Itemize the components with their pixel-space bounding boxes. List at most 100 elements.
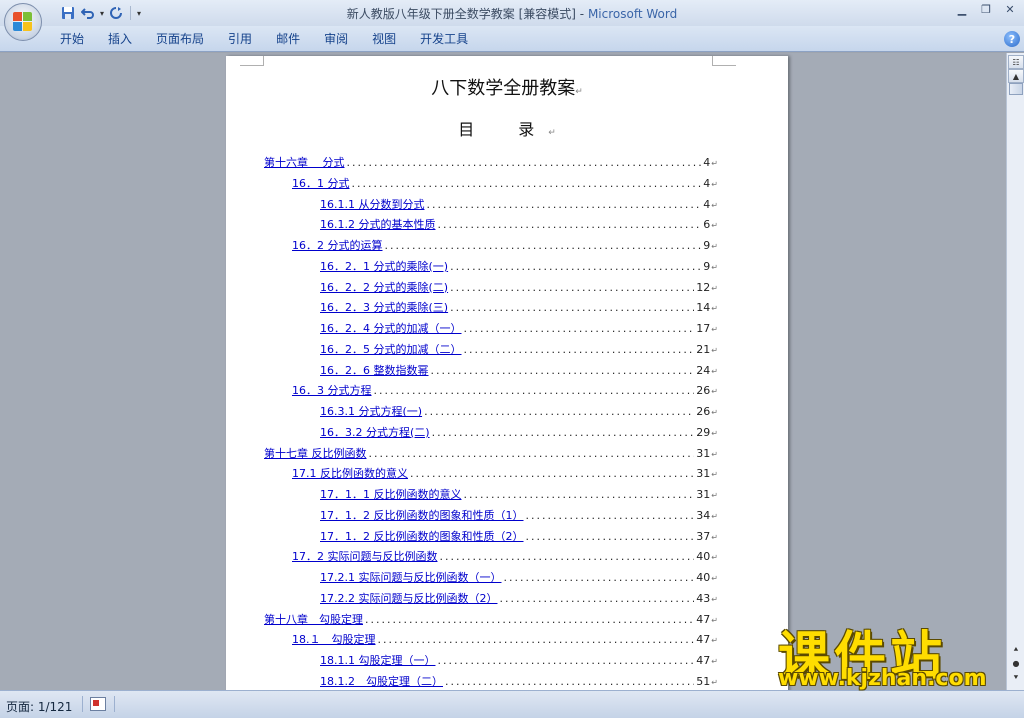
toc-entry-page: 14	[696, 301, 711, 315]
toc-entry[interactable]: 第十六章 分式 4↵	[264, 154, 718, 170]
ruler-toggle-icon[interactable]: ☷	[1008, 55, 1024, 69]
toc-entry-page: 40	[696, 571, 711, 584]
toc-entry[interactable]: 18.１ 勾股定理 47↵	[292, 631, 718, 647]
toc-leader-dots	[526, 509, 695, 522]
toc-heading: 目 录↵	[226, 116, 788, 140]
toc-entry[interactable]: 16．3 分式方程 26↵	[292, 382, 718, 398]
minimize-icon[interactable]: ▁	[954, 2, 970, 16]
vertical-scrollbar[interactable]: ☷ ▲ ⯅ ● ⯆	[1006, 53, 1024, 690]
toc-entry[interactable]: 16．2．5 分式的加减（二） 21↵	[320, 341, 718, 357]
toc-entry[interactable]: 16．2．2 分式的乘除(二) 12↵	[320, 279, 718, 295]
toc-entry[interactable]: 16．2 分式的运算 9↵	[292, 237, 718, 253]
toc-entry-page: 31	[696, 446, 711, 460]
proofing-status-icon[interactable]	[90, 697, 106, 711]
toc-entry[interactable]: 17．2 实际问题与反比例函数 40↵	[292, 548, 718, 564]
paragraph-mark: ↵	[711, 677, 718, 687]
ribbon-tab[interactable]: 开发工具	[408, 30, 480, 48]
ribbon-tab[interactable]: 开始	[48, 30, 96, 48]
toc-entry-label[interactable]: 17.2.1 实际问题与反比例函数（一）	[320, 569, 501, 585]
ribbon-tab[interactable]: 引用	[216, 30, 264, 48]
toc-entry-label[interactable]: 第十七章 反比例函数	[264, 445, 367, 461]
ribbon-tab[interactable]: 审阅	[312, 30, 360, 48]
toc-entry-label[interactable]: 16．1 分式	[292, 175, 350, 191]
toc-entry[interactable]: 16．1 分式 4↵	[292, 175, 718, 191]
toc-leader-dots	[437, 654, 694, 667]
toc-entry-label[interactable]: 17．2 实际问题与反比例函数	[292, 548, 438, 564]
toc-entry-label[interactable]: 第十六章 分式	[264, 154, 345, 170]
ribbon-tab-bar: 开始 插入 页面布局 引用 邮件 审阅 视图 开发工具 ?	[0, 26, 1024, 52]
toc-entry[interactable]: 16.1.2 分式的基本性质 6↵	[320, 216, 718, 232]
toc-entry-label[interactable]: 16．2 分式的运算	[292, 237, 383, 253]
toc-entry[interactable]: 17．1．1 反比例函数的意义 31↵	[320, 486, 718, 502]
help-icon[interactable]: ?	[1004, 31, 1020, 47]
toc-entry-label[interactable]: 16.1.2 分式的基本性质	[320, 216, 435, 232]
toc-entry-label[interactable]: 16.1.1 从分数到分式	[320, 196, 424, 212]
ribbon-tab[interactable]: 页面布局	[144, 30, 216, 48]
status-bar: 页面: 1/121	[0, 690, 1024, 718]
toc-entry[interactable]: 16.1.1 从分数到分式 4↵	[320, 196, 718, 212]
toc-entry-label[interactable]: 第十八章 勾股定理	[264, 611, 363, 627]
toc-entry-label[interactable]: 16．2．3 分式的乘除(三)	[320, 299, 448, 315]
paragraph-mark: ↵	[711, 366, 718, 376]
status-separator	[82, 696, 83, 712]
toc-leader-dots	[464, 343, 695, 356]
toc-entry[interactable]: 16．2．6 整数指数幂 24↵	[320, 362, 718, 378]
document-page[interactable]: 八下数学全册教案↵ 目 录↵ 第十六章 分式4↵16．1 分式4↵16.1.1 …	[226, 56, 788, 690]
select-browse-object-icon[interactable]: ●	[1011, 659, 1021, 669]
toc-entry-page: 24	[696, 363, 711, 377]
toc-entry-page: 9	[703, 259, 711, 273]
toc-entry-label[interactable]: 16．2．5 分式的加减（二）	[320, 341, 462, 357]
page-indicator[interactable]: 页面: 1/121	[6, 698, 72, 715]
toc-entry[interactable]: 16．3.2 分式方程(二) 29↵	[320, 424, 718, 440]
toc-entry[interactable]: 18.1.1 勾股定理（一） 47↵	[320, 652, 718, 668]
restore-icon[interactable]: ❐	[978, 2, 994, 16]
ribbon-tab[interactable]: 邮件	[264, 30, 312, 48]
toc-entry-label[interactable]: 16．2．4 分式的加减（一）	[320, 320, 462, 336]
toc-entry-label[interactable]: 18.1.2 勾股定理（二）	[320, 673, 443, 689]
toc-entry[interactable]: 17.2.2 实际问题与反比例函数（2） 43↵	[320, 590, 718, 606]
toc-entry-page: 4	[703, 197, 711, 211]
next-page-icon[interactable]: ⯆	[1011, 673, 1021, 683]
toc-leader-dots	[352, 177, 702, 190]
scroll-up-icon[interactable]: ▲	[1008, 69, 1024, 83]
toc-entry-label[interactable]: 18.１ 勾股定理	[292, 631, 376, 647]
document-workspace: 八下数学全册教案↵ 目 录↵ 第十六章 分式4↵16．1 分式4↵16.1.1 …	[0, 53, 1006, 690]
ribbon-tab[interactable]: 视图	[360, 30, 408, 48]
toc-entry-label[interactable]: 17.2.2 实际问题与反比例函数（2）	[320, 590, 497, 606]
window-controls: ▁ ❐ ✕	[954, 2, 1018, 16]
toc-entry[interactable]: 17．1．2 反比例函数的图象和性质（2） 37↵	[320, 528, 718, 544]
toc-entry[interactable]: 16．2．1 分式的乘除(一) 9↵	[320, 258, 718, 274]
toc-entry-label[interactable]: 17.1 反比例函数的意义	[292, 465, 408, 481]
toc-entry[interactable]: 16．2．3 分式的乘除(三) 14↵	[320, 299, 718, 315]
toc-entry[interactable]: 17.1 反比例函数的意义 31↵	[292, 465, 718, 481]
toc-entry[interactable]: 第十七章 反比例函数 31↵	[264, 445, 718, 461]
crop-mark	[240, 56, 264, 66]
toc-entry-label[interactable]: 16．2．1 分式的乘除(一)	[320, 258, 448, 274]
office-button[interactable]	[4, 3, 42, 41]
toc-entry-label[interactable]: 17．1．1 反比例函数的意义	[320, 486, 462, 502]
scroll-thumb[interactable]	[1009, 83, 1023, 95]
toc-entry-label[interactable]: 16．2．6 整数指数幂	[320, 362, 429, 378]
toc-entry[interactable]: 17.2.1 实际问题与反比例函数（一） 40↵	[320, 569, 718, 585]
toc-entry-label[interactable]: 17．1．2 反比例函数的图象和性质（2）	[320, 528, 524, 544]
toc-leader-dots	[526, 530, 695, 543]
toc-entry-label[interactable]: 16．3 分式方程	[292, 382, 372, 398]
toc-entry-label[interactable]: 16．2．2 分式的乘除(二)	[320, 279, 448, 295]
toc-entry[interactable]: 16．2．4 分式的加减（一） 17↵	[320, 320, 718, 336]
paragraph-mark: ↵	[711, 283, 718, 293]
toc-entry-label[interactable]: 17．1．2 反比例函数的图象和性质（1）	[320, 507, 524, 523]
toc-entry-page: 40	[696, 550, 711, 564]
ribbon-tab[interactable]: 插入	[96, 30, 144, 48]
toc-entry[interactable]: 17．1．2 反比例函数的图象和性质（1） 34↵	[320, 507, 718, 523]
toc-entry[interactable]: 第十八章 勾股定理 47↵	[264, 611, 718, 627]
previous-page-icon[interactable]: ⯅	[1011, 645, 1021, 655]
toc-entry-label[interactable]: 18.1.1 勾股定理（一）	[320, 652, 435, 668]
close-icon[interactable]: ✕	[1002, 2, 1018, 16]
paragraph-mark: ↵	[711, 242, 718, 251]
toc-entry-label[interactable]: 16．3.2 分式方程(二)	[320, 424, 430, 440]
toc-entry[interactable]: 18.1.2 勾股定理（二） 51↵	[320, 673, 718, 689]
paragraph-mark: ↵	[711, 387, 718, 397]
toc-entry[interactable]: 16.3.1 分式方程(一) 26↵	[320, 403, 718, 419]
paragraph-mark: ↵	[575, 87, 583, 97]
toc-entry-label[interactable]: 16.3.1 分式方程(一)	[320, 403, 422, 419]
